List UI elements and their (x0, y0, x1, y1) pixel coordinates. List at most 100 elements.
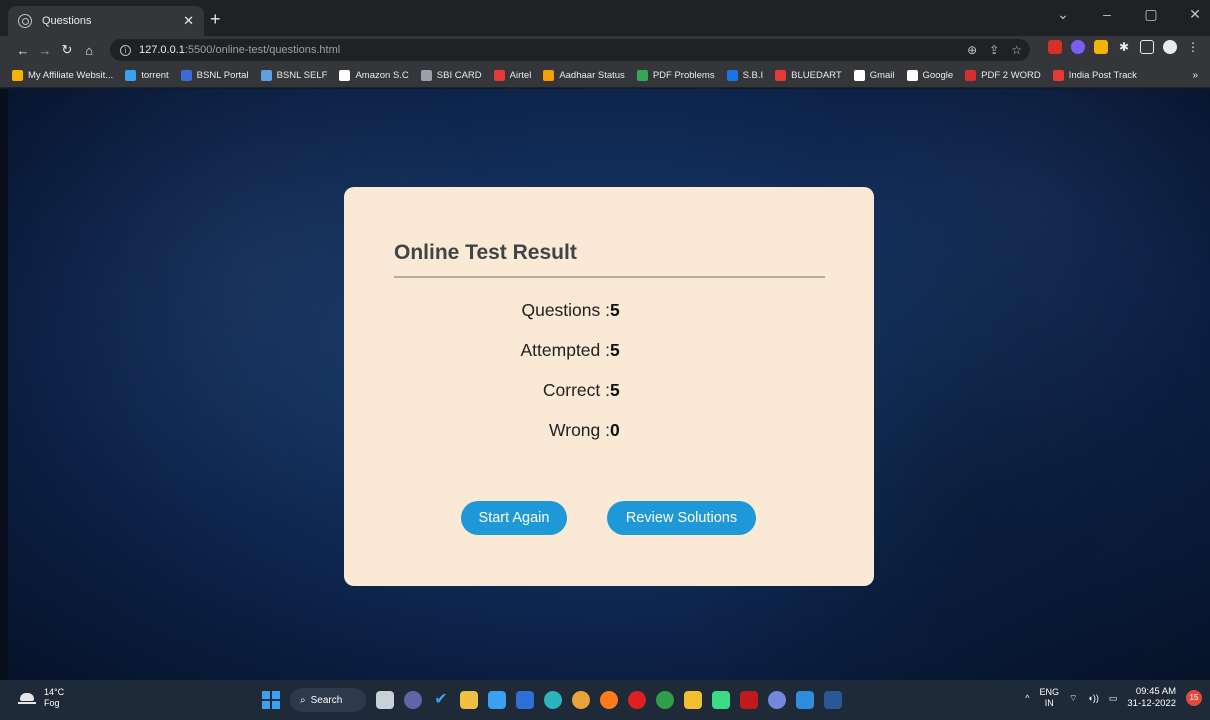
system-tray: ^ ENG IN ⌔ ◖)) ▭ 09:45 AM 31-12-2022 15 (1025, 686, 1202, 710)
show-hidden-icons[interactable]: ^ (1025, 693, 1029, 703)
bookmark-label: SBI CARD (436, 70, 482, 81)
bookmark-favicon-icon (636, 70, 648, 81)
back-button[interactable]: ← (12, 43, 34, 58)
opera-icon[interactable] (628, 691, 646, 709)
bookmark-favicon-icon (543, 70, 555, 81)
bookmark-label: Airtel (509, 70, 532, 81)
restore-button[interactable]: ▢ (1142, 6, 1160, 23)
zoom-icon[interactable]: ⊕ (967, 43, 977, 57)
puzzle-icon[interactable]: ✱ (1117, 40, 1131, 54)
home-button[interactable]: ⌂ (78, 43, 100, 58)
tab-search-icon[interactable]: ⌄ (1054, 6, 1072, 23)
volume-icon[interactable]: ◖)) (1087, 693, 1098, 703)
edge-icon[interactable] (544, 691, 562, 709)
bookmark-item[interactable]: torrent (125, 70, 169, 81)
bookmark-favicon-icon (965, 70, 977, 81)
bookmark-favicon-icon (775, 70, 787, 81)
chrome-icon[interactable] (572, 691, 590, 709)
bookmark-item[interactable]: S.B.I (726, 70, 764, 81)
reload-button[interactable]: ↻ (56, 42, 78, 58)
firefox-icon[interactable] (600, 691, 618, 709)
bookmark-label: India Post Track (1068, 70, 1137, 81)
bookmark-item[interactable]: Amazon S.C (339, 70, 409, 81)
wifi-icon[interactable]: ⌔ (1069, 693, 1077, 704)
minimize-button[interactable]: – (1098, 6, 1116, 23)
taskbar-apps: ⌕ Search ✔ (262, 688, 842, 712)
mail-icon[interactable] (488, 691, 506, 709)
vscode-icon[interactable] (796, 691, 814, 709)
stat-correct-label: Correct : (542, 380, 610, 400)
browser-tab[interactable]: Questions ✕ (8, 6, 204, 36)
bookmark-label: Gmail (869, 70, 895, 81)
taskbar-search[interactable]: ⌕ Search (290, 688, 366, 712)
result-title: Online Test Result (394, 241, 577, 264)
extension-purple-icon[interactable] (1071, 40, 1085, 54)
task-view-icon[interactable] (376, 691, 394, 709)
bookmark-item[interactable]: SBI CARD (420, 70, 482, 81)
stat-correct-value: 5 (610, 380, 620, 400)
profile-avatar-icon[interactable] (1163, 40, 1177, 54)
extension-red-icon[interactable] (1048, 40, 1062, 54)
site-info-icon[interactable]: i (120, 44, 131, 56)
bookmark-item[interactable]: India Post Track (1052, 70, 1137, 81)
bookmark-item[interactable]: Gmail (853, 70, 895, 81)
weather-widget[interactable]: 14°C Fog (18, 687, 64, 709)
extension-yellow-icon[interactable] (1094, 40, 1108, 54)
stat-questions-label: Questions : (521, 300, 610, 320)
play-store-icon[interactable] (712, 691, 730, 709)
app-red-icon[interactable] (740, 691, 758, 709)
bookmark-item[interactable]: Aadhaar Status (543, 70, 625, 81)
file-explorer-icon[interactable] (460, 691, 478, 709)
clock-time: 09:45 AM (1135, 686, 1176, 697)
close-window-button[interactable]: ✕ (1186, 6, 1204, 23)
share-icon[interactable]: ⇪ (989, 43, 999, 57)
bookmark-label: BSNL Portal (196, 70, 249, 81)
todo-check-icon[interactable]: ✔ (432, 691, 450, 709)
lang-bottom: IN (1044, 698, 1054, 708)
xbox-icon[interactable] (656, 691, 674, 709)
bookmark-favicon-icon (180, 70, 192, 81)
teams-icon[interactable] (404, 691, 422, 709)
windows-start-icon[interactable] (262, 691, 280, 709)
menu-kebab-icon[interactable]: ⋮ (1186, 40, 1200, 54)
start-again-button[interactable]: Start Again (461, 501, 567, 535)
bookmark-item[interactable]: PDF Problems (636, 70, 715, 81)
side-panel-icon[interactable] (1140, 40, 1154, 54)
bookmark-item[interactable]: BSNL SELF (260, 70, 328, 81)
url-host: 127.0.0.1 (139, 44, 185, 56)
bookmark-favicon-icon (853, 70, 865, 81)
bookmark-item[interactable]: My Affiliate Websit... (12, 70, 113, 81)
notification-badge[interactable]: 15 (1186, 690, 1202, 706)
bookmark-favicon-icon (125, 70, 137, 81)
bookmark-label: BSNL SELF (276, 70, 328, 81)
bookmark-label: BLUEDART (791, 70, 842, 81)
clock[interactable]: 09:45 AM 31-12-2022 (1127, 686, 1176, 710)
more-bookmarks-icon[interactable]: » (1192, 70, 1198, 81)
word-icon[interactable] (824, 691, 842, 709)
url-path: :5500/online-test/questions.html (184, 44, 341, 56)
extension-icons: ✱ ⋮ (1048, 40, 1200, 54)
bookmark-label: PDF Problems (652, 70, 715, 81)
forward-button[interactable]: → (34, 43, 56, 58)
bookmarks-bar: My Affiliate Websit... torrent BSNL Portal… (0, 64, 1210, 88)
bookmark-item[interactable]: Google (906, 70, 954, 81)
store-icon[interactable] (684, 691, 702, 709)
bookmark-item[interactable]: Airtel (493, 70, 532, 81)
stat-attempted-value: 5 (610, 340, 620, 360)
review-solutions-button[interactable]: Review Solutions (607, 501, 756, 535)
stat-wrong-label: Wrong : (549, 420, 610, 440)
bookmark-item[interactable]: BLUEDART (775, 70, 842, 81)
address-bar[interactable]: i 127.0.0.1 :5500/online-test/questions.… (110, 39, 1030, 61)
discord-icon[interactable] (768, 691, 786, 709)
new-tab-button[interactable]: + (210, 10, 221, 28)
bookmark-star-icon[interactable]: ☆ (1011, 43, 1022, 57)
bookmark-favicon-icon (260, 70, 272, 81)
bookmark-item[interactable]: BSNL Portal (180, 70, 249, 81)
battery-icon[interactable]: ▭ (1109, 693, 1118, 704)
bookmark-item[interactable]: PDF 2 WORD (965, 70, 1041, 81)
close-tab-icon[interactable]: ✕ (183, 13, 194, 29)
language-indicator[interactable]: ENG IN (1039, 687, 1059, 709)
bookmark-label: Google (922, 70, 954, 81)
bookmark-label: S.B.I (742, 70, 764, 81)
calendar-icon[interactable] (516, 691, 534, 709)
